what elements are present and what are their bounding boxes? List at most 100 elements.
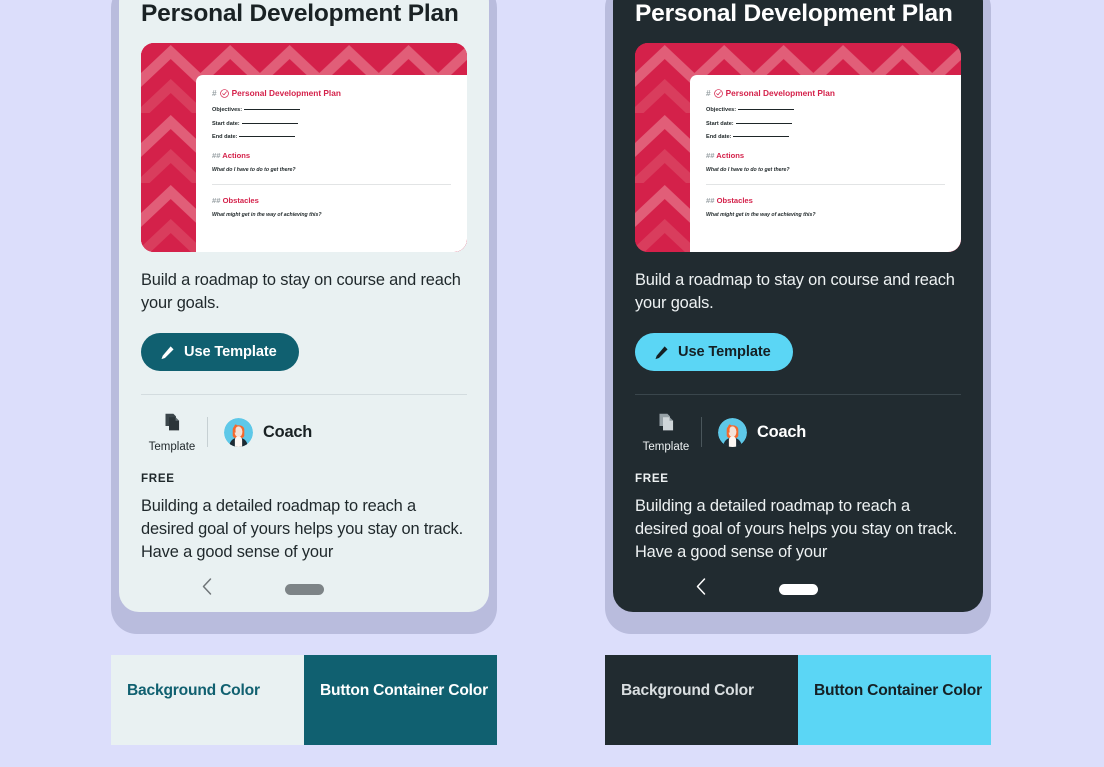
swatch-button-container-color-dark: Button Container Color xyxy=(798,655,991,745)
button-row: Use Template xyxy=(635,333,961,372)
home-pill-indicator[interactable] xyxy=(778,583,818,595)
doc-section-note-obstacles: What might get in the way of achieving t… xyxy=(212,212,322,218)
coach-avatar xyxy=(224,417,253,447)
doc-section-title: Actions xyxy=(716,151,745,160)
screen-content-dark: Personal Development Plan # Personal Dev… xyxy=(613,0,983,566)
doc-field-label: End date: xyxy=(212,134,238,140)
doc-field-blank xyxy=(239,136,296,137)
swatch-background-color-light: Background Color xyxy=(111,655,304,745)
button-row: Use Template xyxy=(141,333,467,372)
author-name: Coach xyxy=(757,422,807,441)
doc-section-note-actions: What do I have to do to get there? xyxy=(212,167,296,173)
template-subtitle: Build a roadmap to stay on course and re… xyxy=(635,271,955,312)
template-subtitle: Build a roadmap to stay on course and re… xyxy=(141,271,461,312)
use-template-button[interactable]: Use Template xyxy=(635,333,793,372)
use-template-button[interactable]: Use Template xyxy=(141,333,299,372)
swatch-background-color-dark: Background Color xyxy=(605,655,798,745)
doc-section-title: Actions xyxy=(222,151,251,160)
chevron-left-icon[interactable] xyxy=(695,578,708,601)
system-navigation-bar-dark xyxy=(613,566,983,612)
doc-hash-mark: ## xyxy=(706,151,715,160)
template-type-badge: Template xyxy=(141,412,203,453)
doc-divider xyxy=(212,184,451,185)
metadata-separator xyxy=(701,417,702,448)
doc-field-end-date: End date: xyxy=(212,134,451,140)
copy-documents-icon xyxy=(656,412,677,438)
author-info[interactable]: Coach xyxy=(224,417,313,447)
doc-section-heading-obstacles: ## Obstacles xyxy=(706,196,945,205)
home-pill-indicator[interactable] xyxy=(284,583,324,595)
section-divider xyxy=(141,394,467,396)
check-circle-emoji xyxy=(219,88,229,98)
author-info[interactable]: Coach xyxy=(718,417,807,447)
doc-field-objectives: Objectives: xyxy=(212,107,451,113)
screen-dark: Personal Development Plan # Personal Dev… xyxy=(613,0,983,612)
template-type-badge: Template xyxy=(635,412,697,453)
metadata-separator xyxy=(207,417,208,448)
price-badge: FREE xyxy=(635,472,669,486)
doc-field-label: Objectives: xyxy=(212,107,243,113)
phone-mockup-light: Personal Development Plan # Personal Dev… xyxy=(111,0,497,634)
doc-field-start-date: Start date: xyxy=(212,121,451,127)
metadata-row: Template Coach xyxy=(141,411,467,453)
screen-content-light: Personal Development Plan # Personal Dev… xyxy=(119,0,489,566)
template-description: Building a detailed roadmap to reach a d… xyxy=(141,497,464,561)
section-divider xyxy=(635,394,961,396)
doc-section-title: Obstacles xyxy=(716,196,753,205)
doc-field-end-date: End date: xyxy=(706,134,945,140)
doc-divider xyxy=(706,184,945,185)
swatch-button-container-color-light: Button Container Color xyxy=(304,655,497,745)
doc-heading-row: # Personal Development Plan xyxy=(706,88,945,98)
use-template-button-label: Use Template xyxy=(184,344,277,361)
screen-light: Personal Development Plan # Personal Dev… xyxy=(119,0,489,612)
color-swatch-legend-light: Background Color Button Container Color xyxy=(111,655,497,745)
price-badge: FREE xyxy=(141,472,175,486)
doc-heading-row: # Personal Development Plan xyxy=(212,88,451,98)
doc-section-heading-actions: ## Actions xyxy=(212,151,451,160)
doc-field-blank xyxy=(241,122,298,124)
page-title: Personal Development Plan xyxy=(635,0,953,27)
doc-section-title: Obstacles xyxy=(222,196,259,205)
doc-field-label: Start date: xyxy=(212,120,240,127)
doc-field-start-date: Start date: xyxy=(706,121,945,127)
page-title: Personal Development Plan xyxy=(141,0,459,27)
doc-hash-mark: ## xyxy=(706,196,715,205)
doc-hash-mark: # xyxy=(212,88,217,98)
doc-field-blank xyxy=(738,109,795,110)
copy-documents-icon xyxy=(162,412,183,438)
template-description: Building a detailed roadmap to reach a d… xyxy=(635,497,958,561)
doc-hash-mark: ## xyxy=(212,151,221,160)
template-preview-image[interactable]: # Personal Development Plan Objectives: … xyxy=(635,43,961,252)
author-name: Coach xyxy=(263,422,313,441)
markdown-document-preview: # Personal Development Plan Objectives: … xyxy=(690,75,961,252)
doc-field-blank xyxy=(244,109,301,110)
doc-heading-text: Personal Development Plan xyxy=(231,88,341,98)
template-type-label: Template xyxy=(642,440,690,453)
doc-field-label: End date: xyxy=(706,134,732,140)
use-template-button-label: Use Template xyxy=(678,344,771,361)
template-type-label: Template xyxy=(148,440,196,453)
doc-section-note-obstacles: What might get in the way of achieving t… xyxy=(706,212,816,218)
doc-field-label: Start date: xyxy=(706,120,734,127)
check-circle-emoji xyxy=(713,88,723,98)
doc-field-objectives: Objectives: xyxy=(706,107,945,113)
doc-hash-mark: ## xyxy=(212,196,221,205)
doc-section-note-actions: What do I have to do to get there? xyxy=(706,167,790,173)
doc-field-blank xyxy=(733,136,790,137)
doc-hash-mark: # xyxy=(706,88,711,98)
system-navigation-bar-light xyxy=(119,566,489,612)
template-preview-image[interactable]: # Personal Development Plan Objectives: … xyxy=(141,43,467,252)
doc-section-heading-actions: ## Actions xyxy=(706,151,945,160)
doc-section-heading-obstacles: ## Obstacles xyxy=(212,196,451,205)
markdown-document-preview: # Personal Development Plan Objectives: … xyxy=(196,75,467,252)
pencil-icon xyxy=(654,345,669,360)
chevron-left-icon[interactable] xyxy=(201,578,214,601)
color-swatch-legend-dark: Background Color Button Container Color xyxy=(605,655,991,745)
phone-mockup-dark: Personal Development Plan # Personal Dev… xyxy=(605,0,991,634)
pencil-icon xyxy=(160,345,175,360)
doc-field-label: Objectives: xyxy=(706,107,737,113)
coach-avatar xyxy=(718,417,747,447)
doc-heading-text: Personal Development Plan xyxy=(725,88,835,98)
doc-field-blank xyxy=(735,122,792,124)
metadata-row: Template Coach xyxy=(635,411,961,453)
